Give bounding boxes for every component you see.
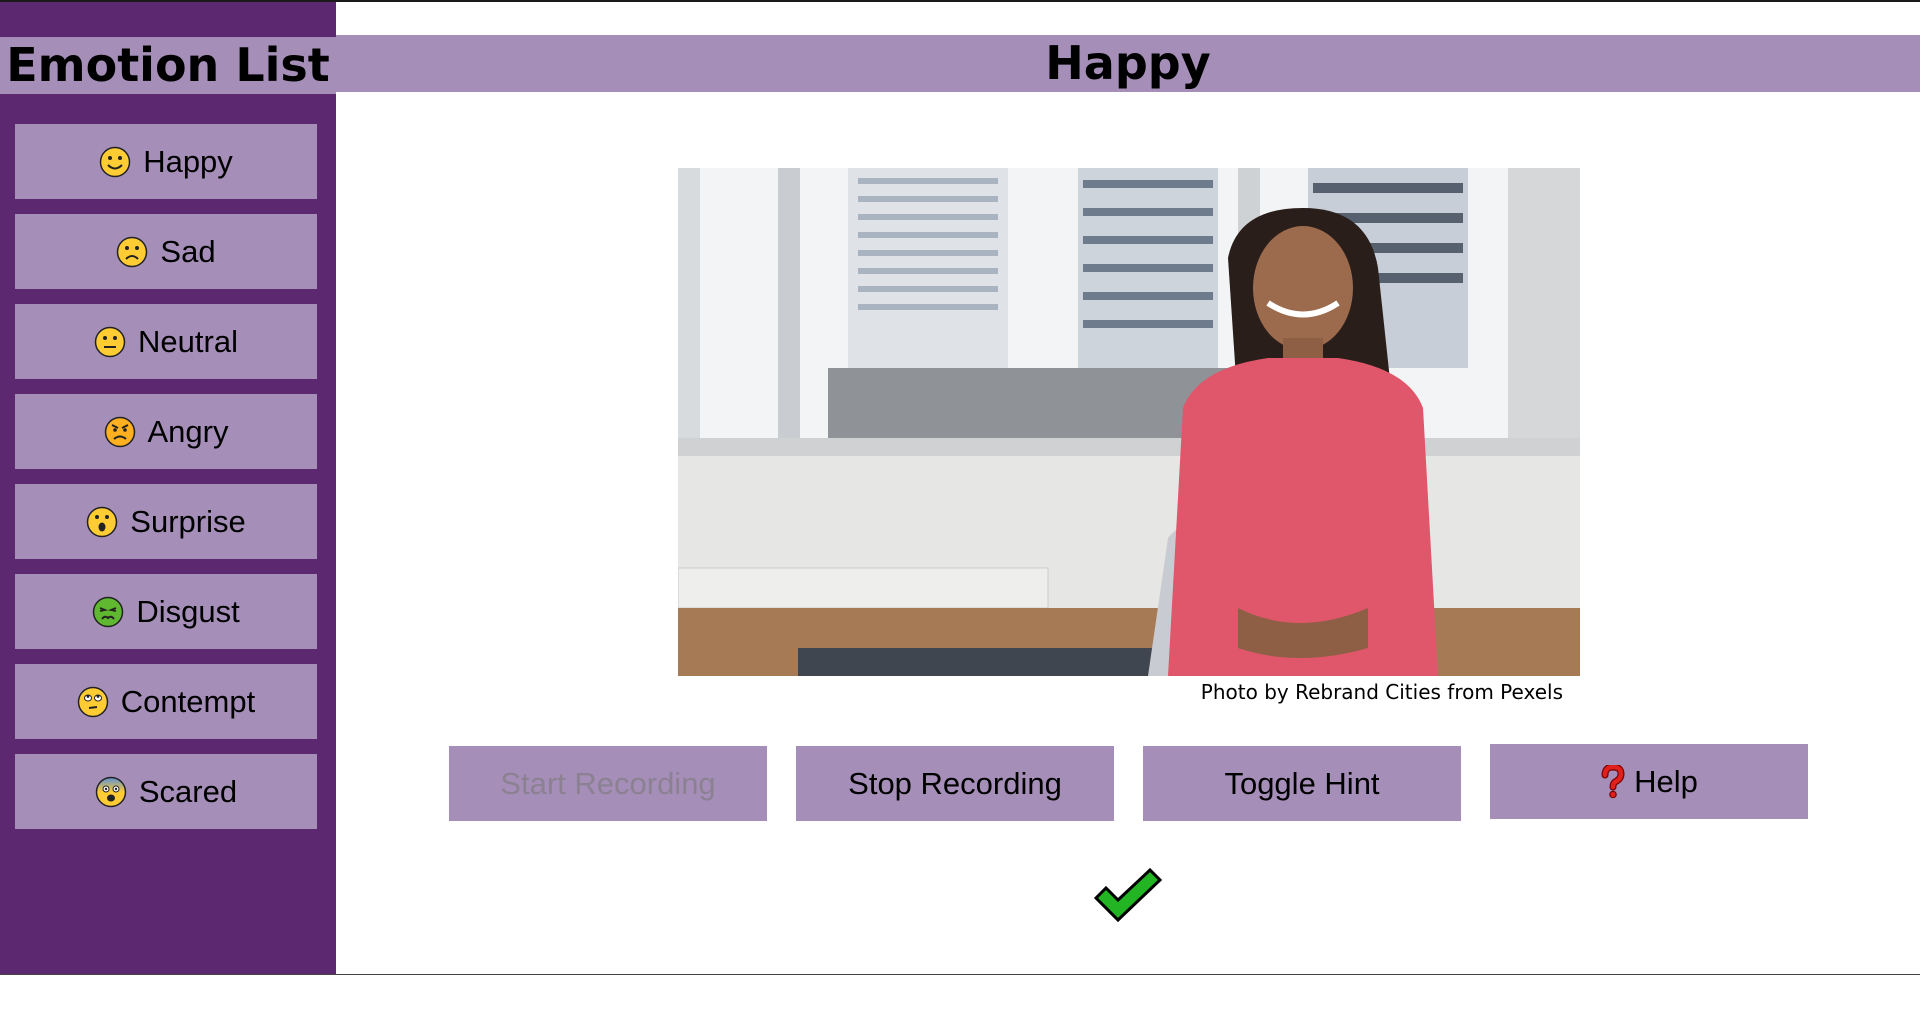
happy-face-icon (99, 146, 131, 177)
start-recording-label: Start Recording (500, 765, 716, 801)
help-label: Help (1634, 763, 1698, 799)
emotion-label-neutral: Neutral (138, 323, 238, 359)
emotion-label-angry: Angry (147, 413, 229, 449)
start-recording-button[interactable]: Start Recording (449, 746, 767, 821)
contempt-face-icon (77, 686, 109, 717)
stop-recording-label: Stop Recording (848, 765, 1062, 801)
toggle-hint-label: Toggle Hint (1224, 765, 1380, 801)
emotion-title: Happy (1045, 36, 1211, 90)
photo-illustration (678, 168, 1580, 676)
help-button[interactable]: Help (1490, 744, 1808, 819)
toggle-hint-button[interactable]: Toggle Hint (1143, 746, 1461, 821)
surprise-face-icon (87, 506, 118, 537)
emotion-button-angry[interactable]: Angry (15, 394, 317, 469)
emotion-label-disgust: Disgust (136, 593, 240, 629)
emotion-label-surprise: Surprise (130, 503, 246, 539)
emotion-photo (678, 168, 1580, 676)
emotion-button-neutral[interactable]: Neutral (15, 304, 317, 379)
disgust-face-icon (93, 596, 124, 627)
scared-face-icon (95, 776, 127, 807)
neutral-face-icon (94, 326, 126, 357)
sidebar: Emotion List Happy Sad Neutral Angry Sur… (0, 2, 336, 974)
photo-credit: Photo by Rebrand Cities from Pexels (1200, 680, 1563, 704)
emotion-button-happy[interactable]: Happy (15, 124, 317, 199)
emotion-button-sad[interactable]: Sad (15, 214, 317, 289)
emotion-label-happy: Happy (143, 143, 233, 179)
question-mark-icon (1601, 764, 1625, 798)
emotion-button-disgust[interactable]: Disgust (15, 574, 317, 649)
emotion-label-sad: Sad (160, 233, 216, 269)
emotion-button-surprise[interactable]: Surprise (15, 484, 317, 559)
emotion-button-scared[interactable]: Scared (15, 754, 317, 829)
angry-face-icon (104, 416, 135, 447)
stop-recording-button[interactable]: Stop Recording (796, 746, 1114, 821)
sidebar-title: Emotion List (0, 37, 336, 94)
emotion-button-contempt[interactable]: Contempt (15, 664, 317, 739)
emotion-label-contempt: Contempt (120, 683, 256, 719)
sad-face-icon (117, 236, 148, 267)
emotion-label-scared: Scared (138, 773, 238, 809)
bottom-border (0, 974, 1920, 975)
green-checkmark-icon (1093, 867, 1163, 923)
